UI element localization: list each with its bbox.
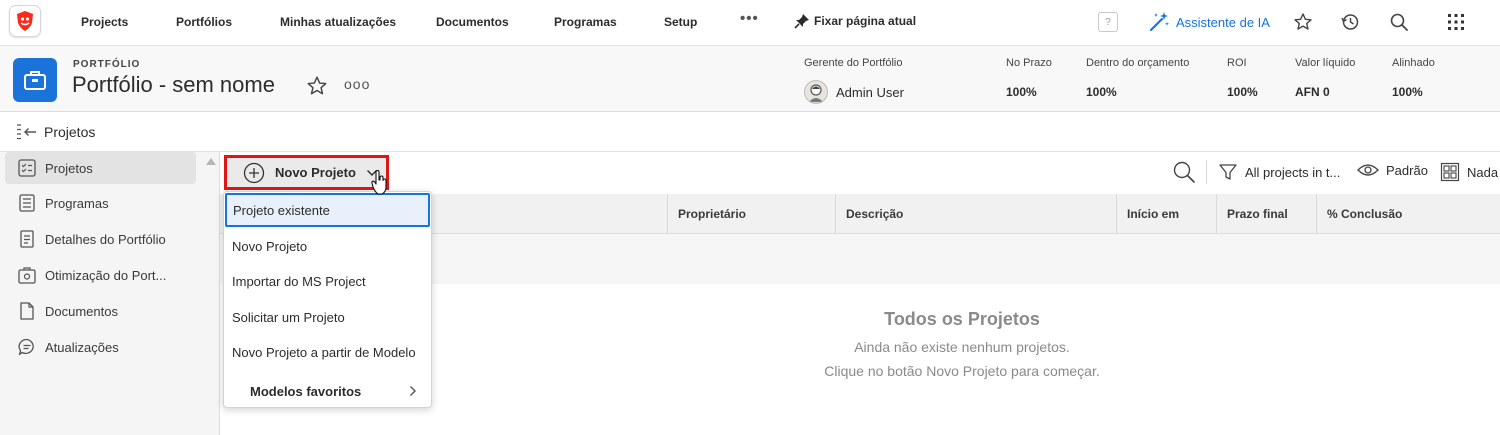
more-options-button[interactable]: ooo <box>344 76 370 92</box>
sidebar-item-portfolio-details[interactable]: Detalhes do Portfólio <box>5 223 196 255</box>
column-start-date[interactable]: Início em <box>1116 194 1217 234</box>
nav-documents[interactable]: Documentos <box>436 15 509 29</box>
top-navigation: Projects Portfólios Minhas atualizações … <box>0 0 1500 46</box>
column-due-date[interactable]: Prazo final <box>1216 194 1317 234</box>
table-search-icon[interactable] <box>1172 160 1196 184</box>
help-button[interactable]: ? <box>1098 12 1118 32</box>
comment-icon <box>18 338 34 356</box>
search-icon[interactable] <box>1389 12 1409 32</box>
menu-item-import-ms-project[interactable]: Importar do MS Project <box>224 263 431 299</box>
page-icon <box>20 302 34 320</box>
optimization-icon <box>18 267 36 284</box>
ai-assistant-button[interactable]: Assistente de IA <box>1148 11 1270 33</box>
manager-value[interactable]: Admin User <box>804 80 904 104</box>
collapse-panel-icon[interactable] <box>16 124 38 140</box>
view-label: Padrão <box>1386 162 1428 178</box>
view-button[interactable]: Padrão <box>1357 162 1428 178</box>
favorite-templates-label: Modelos favoritos <box>250 383 362 399</box>
briefcase-icon <box>24 71 46 90</box>
sidebar-item-label: Atualizações <box>45 339 119 355</box>
portfolio-header: PORTFÓLIO Portfólio - sem nome ooo Geren… <box>0 46 1500 112</box>
new-project-button[interactable]: Novo Projeto <box>224 155 389 190</box>
menu-item-new-project[interactable]: Novo Projeto <box>224 228 431 264</box>
favorite-star-icon[interactable] <box>306 75 328 97</box>
nav-portfolios[interactable]: Portfólios <box>176 15 232 29</box>
stat-label-roi: ROI <box>1227 57 1247 69</box>
column-owner[interactable]: Proprietário <box>667 194 837 234</box>
stat-label-aligned: Alinhado <box>1392 57 1435 69</box>
portfolio-icon <box>13 58 57 102</box>
empty-state-message: Ainda não existe nenhum projetos. <box>854 339 1070 355</box>
ai-assistant-label: Assistente de IA <box>1176 14 1270 30</box>
nav-setup[interactable]: Setup <box>664 15 697 29</box>
history-icon[interactable] <box>1340 12 1360 32</box>
scroll-up-arrow[interactable] <box>206 158 216 165</box>
user-avatar-icon <box>809 84 823 102</box>
logo-icon <box>17 11 33 31</box>
manager-label: Gerente do Portfólio <box>804 57 903 69</box>
stat-label-on-budget: Dentro do orçamento <box>1086 57 1190 69</box>
sidebar-item-label: Projetos <box>45 160 93 176</box>
app-logo[interactable] <box>9 5 41 37</box>
manager-name: Admin User <box>836 84 904 100</box>
stat-value-on-budget: 100% <box>1086 85 1117 99</box>
sidebar-item-programs[interactable]: Programas <box>5 187 196 219</box>
menu-item-request-project[interactable]: Solicitar um Projeto <box>224 299 431 335</box>
filter-label: All projects in t... <box>1245 164 1341 180</box>
apps-grid-icon[interactable] <box>1446 12 1466 32</box>
sidebar-item-optimization[interactable]: Otimização do Port... <box>5 259 196 291</box>
column-percent-complete[interactable]: % Conclusão <box>1316 194 1500 234</box>
stat-value-roi: 100% <box>1227 85 1258 99</box>
filter-button[interactable]: All projects in t... <box>1218 162 1340 182</box>
sidebar-item-documents[interactable]: Documentos <box>5 295 196 327</box>
add-circle-icon <box>243 162 265 183</box>
sidebar-item-label: Documentos <box>45 303 118 319</box>
stat-label-net-value: Valor líquido <box>1295 57 1356 69</box>
new-project-menu: Projeto existente Novo Projeto Importar … <box>223 191 432 408</box>
page-eyebrow: PORTFÓLIO <box>73 59 141 70</box>
menu-item-from-template[interactable]: Novo Projeto a partir de Modelo <box>224 334 431 370</box>
new-project-label: Novo Projeto <box>275 165 356 180</box>
sidebar-item-label: Detalhes do Portfólio <box>45 231 166 247</box>
section-bar: Projetos <box>0 112 1500 152</box>
filter-icon <box>1219 164 1237 180</box>
nav-programs[interactable]: Programas <box>554 15 617 29</box>
chevron-right-icon <box>410 386 416 396</box>
sidebar-item-label: Otimização do Port... <box>45 267 167 283</box>
grouping-button[interactable]: Nada <box>1440 162 1498 182</box>
toolbar-divider <box>1206 160 1207 184</box>
pin-icon <box>794 14 809 29</box>
avatar <box>804 80 828 104</box>
empty-state-hint: Clique no botão Novo Projeto para começa… <box>824 363 1100 379</box>
grouping-label: Nada <box>1467 164 1499 180</box>
sidebar: Projetos Programas Detalhes do Portfólio… <box>0 152 220 435</box>
grouping-icon <box>1440 162 1460 182</box>
section-title: Projetos <box>44 124 96 140</box>
nav-more-button[interactable]: ••• <box>740 10 759 27</box>
stat-label-on-time: No Prazo <box>1006 57 1052 69</box>
empty-state-title: Todos os Projetos <box>884 309 1040 329</box>
document-icon <box>20 230 34 248</box>
hand-cursor-icon <box>371 170 387 195</box>
nav-projects[interactable]: Projects <box>81 15 128 29</box>
pin-page-label: Fixar página atual <box>814 14 917 28</box>
page-title[interactable]: Portfólio - sem nome <box>72 72 275 98</box>
programs-icon <box>19 194 35 212</box>
menu-item-favorite-templates[interactable]: Modelos favoritos <box>224 373 431 409</box>
sidebar-item-projects[interactable]: Projetos <box>5 152 196 184</box>
stat-value-aligned: 100% <box>1392 85 1423 99</box>
nav-my-updates[interactable]: Minhas atualizações <box>280 15 396 29</box>
projects-icon <box>18 159 36 177</box>
stat-value-on-time: 100% <box>1006 85 1037 99</box>
pin-page-button[interactable]: Fixar página atual <box>794 13 916 29</box>
eye-icon <box>1357 164 1379 176</box>
sidebar-item-label: Programas <box>45 195 109 211</box>
menu-item-existing-project[interactable]: Projeto existente <box>225 193 430 227</box>
stat-value-net-value: AFN 0 <box>1295 85 1330 99</box>
star-icon[interactable] <box>1293 12 1313 32</box>
magic-wand-icon <box>1149 12 1169 32</box>
sidebar-item-updates[interactable]: Atualizações <box>5 331 196 363</box>
column-description[interactable]: Descrição <box>835 194 1117 234</box>
